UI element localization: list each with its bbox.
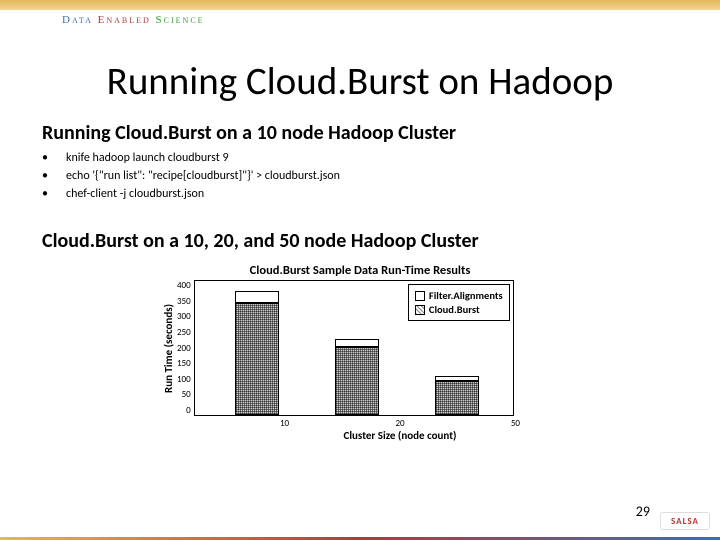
legend-label: Cloud.Burst <box>429 303 480 316</box>
ytick: 250 <box>177 327 191 338</box>
ytick: 50 <box>177 389 191 400</box>
bar-group <box>235 291 279 415</box>
bullet-text: knife hadoop launch cloudburst 9 <box>66 149 229 167</box>
page-number: 29 <box>636 503 650 520</box>
ytick: 350 <box>177 296 191 307</box>
footer-logo: SALSA <box>660 512 710 530</box>
list-item: •chef-client -j cloudburst.json <box>42 185 720 203</box>
legend-row: Filter.Alignments <box>415 289 503 302</box>
chart-legend: Filter.Alignments Cloud.Burst <box>408 284 510 321</box>
ytick: 150 <box>177 358 191 369</box>
x-axis-label: Cluster Size (node count) <box>240 429 560 442</box>
ytick: 0 <box>177 405 191 416</box>
page-title: Running Cloud.Burst on Hadoop <box>0 58 720 105</box>
bar-cloudburst <box>235 303 279 415</box>
chart-body: Run Time (seconds) 400 350 300 250 200 1… <box>160 280 560 416</box>
bullet-dot-icon: • <box>42 149 66 167</box>
bullet-list: •knife hadoop launch cloudburst 9 •echo … <box>42 149 720 203</box>
bar-group <box>435 376 479 415</box>
bar-cloudburst <box>335 347 379 415</box>
bar-filter-alignments <box>335 339 379 348</box>
bullet-text: echo '{"run list": "recipe[cloudburst]"}… <box>66 167 340 185</box>
bar-filter-alignments <box>235 291 279 303</box>
ytick: 300 <box>177 311 191 322</box>
bullet-dot-icon: • <box>42 185 66 203</box>
bar-cloudburst <box>435 381 479 415</box>
xtick: 10 <box>280 418 289 429</box>
legend-swatch-hatch-icon <box>415 305 425 315</box>
chart-container: Cloud.Burst Sample Data Run-Time Results… <box>160 263 560 442</box>
ytick: 200 <box>177 343 191 354</box>
legend-swatch-open-icon <box>415 291 425 301</box>
list-item: •knife hadoop launch cloudburst 9 <box>42 149 720 167</box>
legend-row: Cloud.Burst <box>415 303 503 316</box>
legend-label: Filter.Alignments <box>429 289 503 302</box>
brand-text: Data Enabled Science <box>62 14 205 26</box>
chart-plot-area: Filter.Alignments Cloud.Burst <box>194 280 514 416</box>
brand-data: Data <box>62 14 98 26</box>
list-item: •echo '{"run list": "recipe[cloudburst]"… <box>42 167 720 185</box>
x-axis-ticks: 10 20 50 <box>240 416 560 429</box>
brand-enabled: Enabled <box>98 14 156 26</box>
ytick: 100 <box>177 374 191 385</box>
bar-group <box>335 339 379 416</box>
ytick: 400 <box>177 280 191 291</box>
bullet-dot-icon: • <box>42 167 66 185</box>
xtick: 20 <box>395 418 404 429</box>
xtick: 50 <box>511 418 520 429</box>
top-accent-bar <box>0 0 720 10</box>
brand-science: Science <box>156 14 205 26</box>
chart-title: Cloud.Burst Sample Data Run-Time Results <box>160 263 560 278</box>
section-heading-1: Running Cloud.Burst on a 10 node Hadoop … <box>42 121 720 145</box>
section-heading-2: Cloud.Burst on a 10, 20, and 50 node Had… <box>42 229 720 253</box>
y-axis-ticks: 400 350 300 250 200 150 100 50 0 <box>177 280 194 416</box>
bullet-text: chef-client -j cloudburst.json <box>66 185 204 203</box>
y-axis-label: Run Time (seconds) <box>160 280 177 416</box>
